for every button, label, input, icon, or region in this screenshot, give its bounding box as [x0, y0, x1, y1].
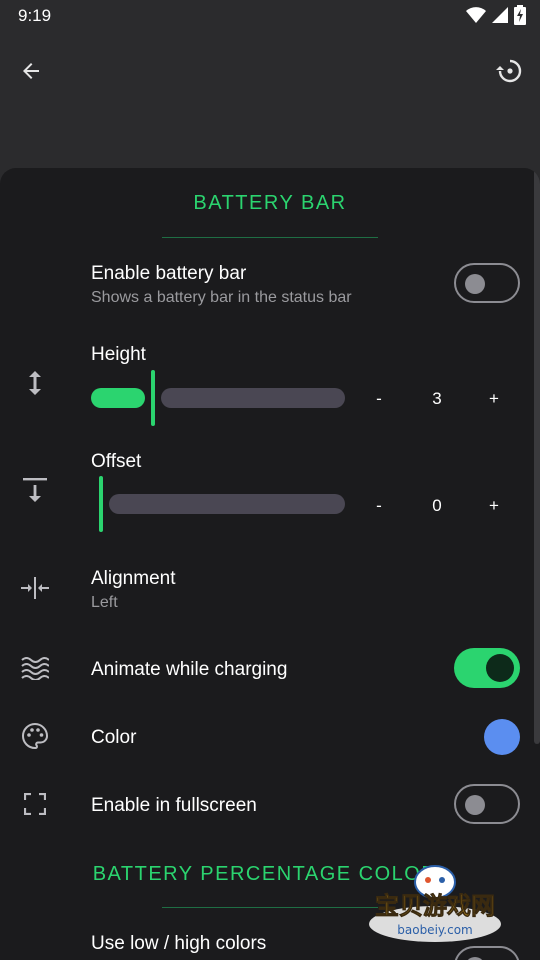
arrow-back-icon — [23, 63, 39, 79]
reset-button[interactable] — [489, 51, 529, 91]
offset-value: 0 — [432, 496, 442, 515]
height-slider-handle[interactable] — [151, 370, 155, 426]
offset-title: Offset — [91, 451, 142, 472]
color-swatch[interactable] — [484, 719, 520, 755]
fullscreen-title: Enable in fullscreen — [91, 795, 257, 816]
height-increment-button[interactable]: + — [484, 389, 504, 409]
color-title: Color — [91, 727, 137, 748]
height-value: 3 — [432, 389, 442, 408]
section-title-battery-bar: BATTERY BAR — [193, 192, 347, 214]
animate-switch[interactable] — [454, 648, 520, 688]
fullscreen-icon — [18, 787, 52, 821]
height-decrement-button[interactable]: - — [369, 389, 389, 409]
palette-icon — [18, 719, 52, 753]
offset-slider-handle[interactable] — [99, 476, 103, 532]
back-button[interactable] — [11, 51, 51, 91]
section-divider — [162, 237, 378, 238]
vertical-arrows-icon — [18, 366, 52, 400]
height-title: Height — [91, 344, 146, 365]
wifi-icon — [466, 7, 486, 23]
height-slider-active-track — [91, 388, 145, 408]
alignment-value: Left — [91, 594, 118, 611]
watermark-brand: 宝贝游戏网 — [375, 892, 495, 920]
enable-battery-bar-subtitle: Shows a battery bar in the status bar — [91, 289, 352, 306]
cell-signal-icon — [492, 7, 508, 23]
battery-charging-icon — [514, 5, 526, 25]
animate-title: Animate while charging — [91, 659, 288, 680]
align-bottom-icon — [18, 473, 52, 507]
height-slider-inactive-track — [161, 388, 345, 408]
alignment-title: Alignment — [91, 568, 176, 589]
low-high-colors-title: Use low / high colors — [91, 933, 267, 954]
watermark-url: baobeiy.com — [397, 923, 472, 937]
fullscreen-switch[interactable] — [454, 784, 520, 824]
enable-battery-bar-title: Enable battery bar — [91, 263, 247, 284]
scrollbar[interactable] — [534, 168, 540, 744]
offset-increment-button[interactable]: + — [484, 496, 504, 516]
settings-sheet: BATTERY BAR Enable battery bar Shows a b… — [0, 168, 540, 960]
status-time: 9:19 — [18, 6, 52, 25]
waves-icon — [18, 651, 52, 685]
offset-decrement-button[interactable]: - — [369, 496, 389, 516]
enable-battery-bar-switch[interactable] — [454, 263, 520, 303]
restore-icon — [496, 59, 522, 83]
top-app-bar — [0, 40, 540, 104]
status-bar: 9:19 — [0, 0, 540, 32]
height-slider[interactable] — [91, 370, 345, 426]
section-divider-2 — [162, 907, 378, 908]
status-icons — [466, 5, 526, 25]
offset-slider-inactive-track — [109, 494, 345, 514]
horizontal-compress-icon — [18, 571, 52, 605]
watermark-logo: 宝贝游戏网 baobeiy.com — [369, 865, 501, 942]
offset-slider[interactable] — [91, 476, 345, 532]
